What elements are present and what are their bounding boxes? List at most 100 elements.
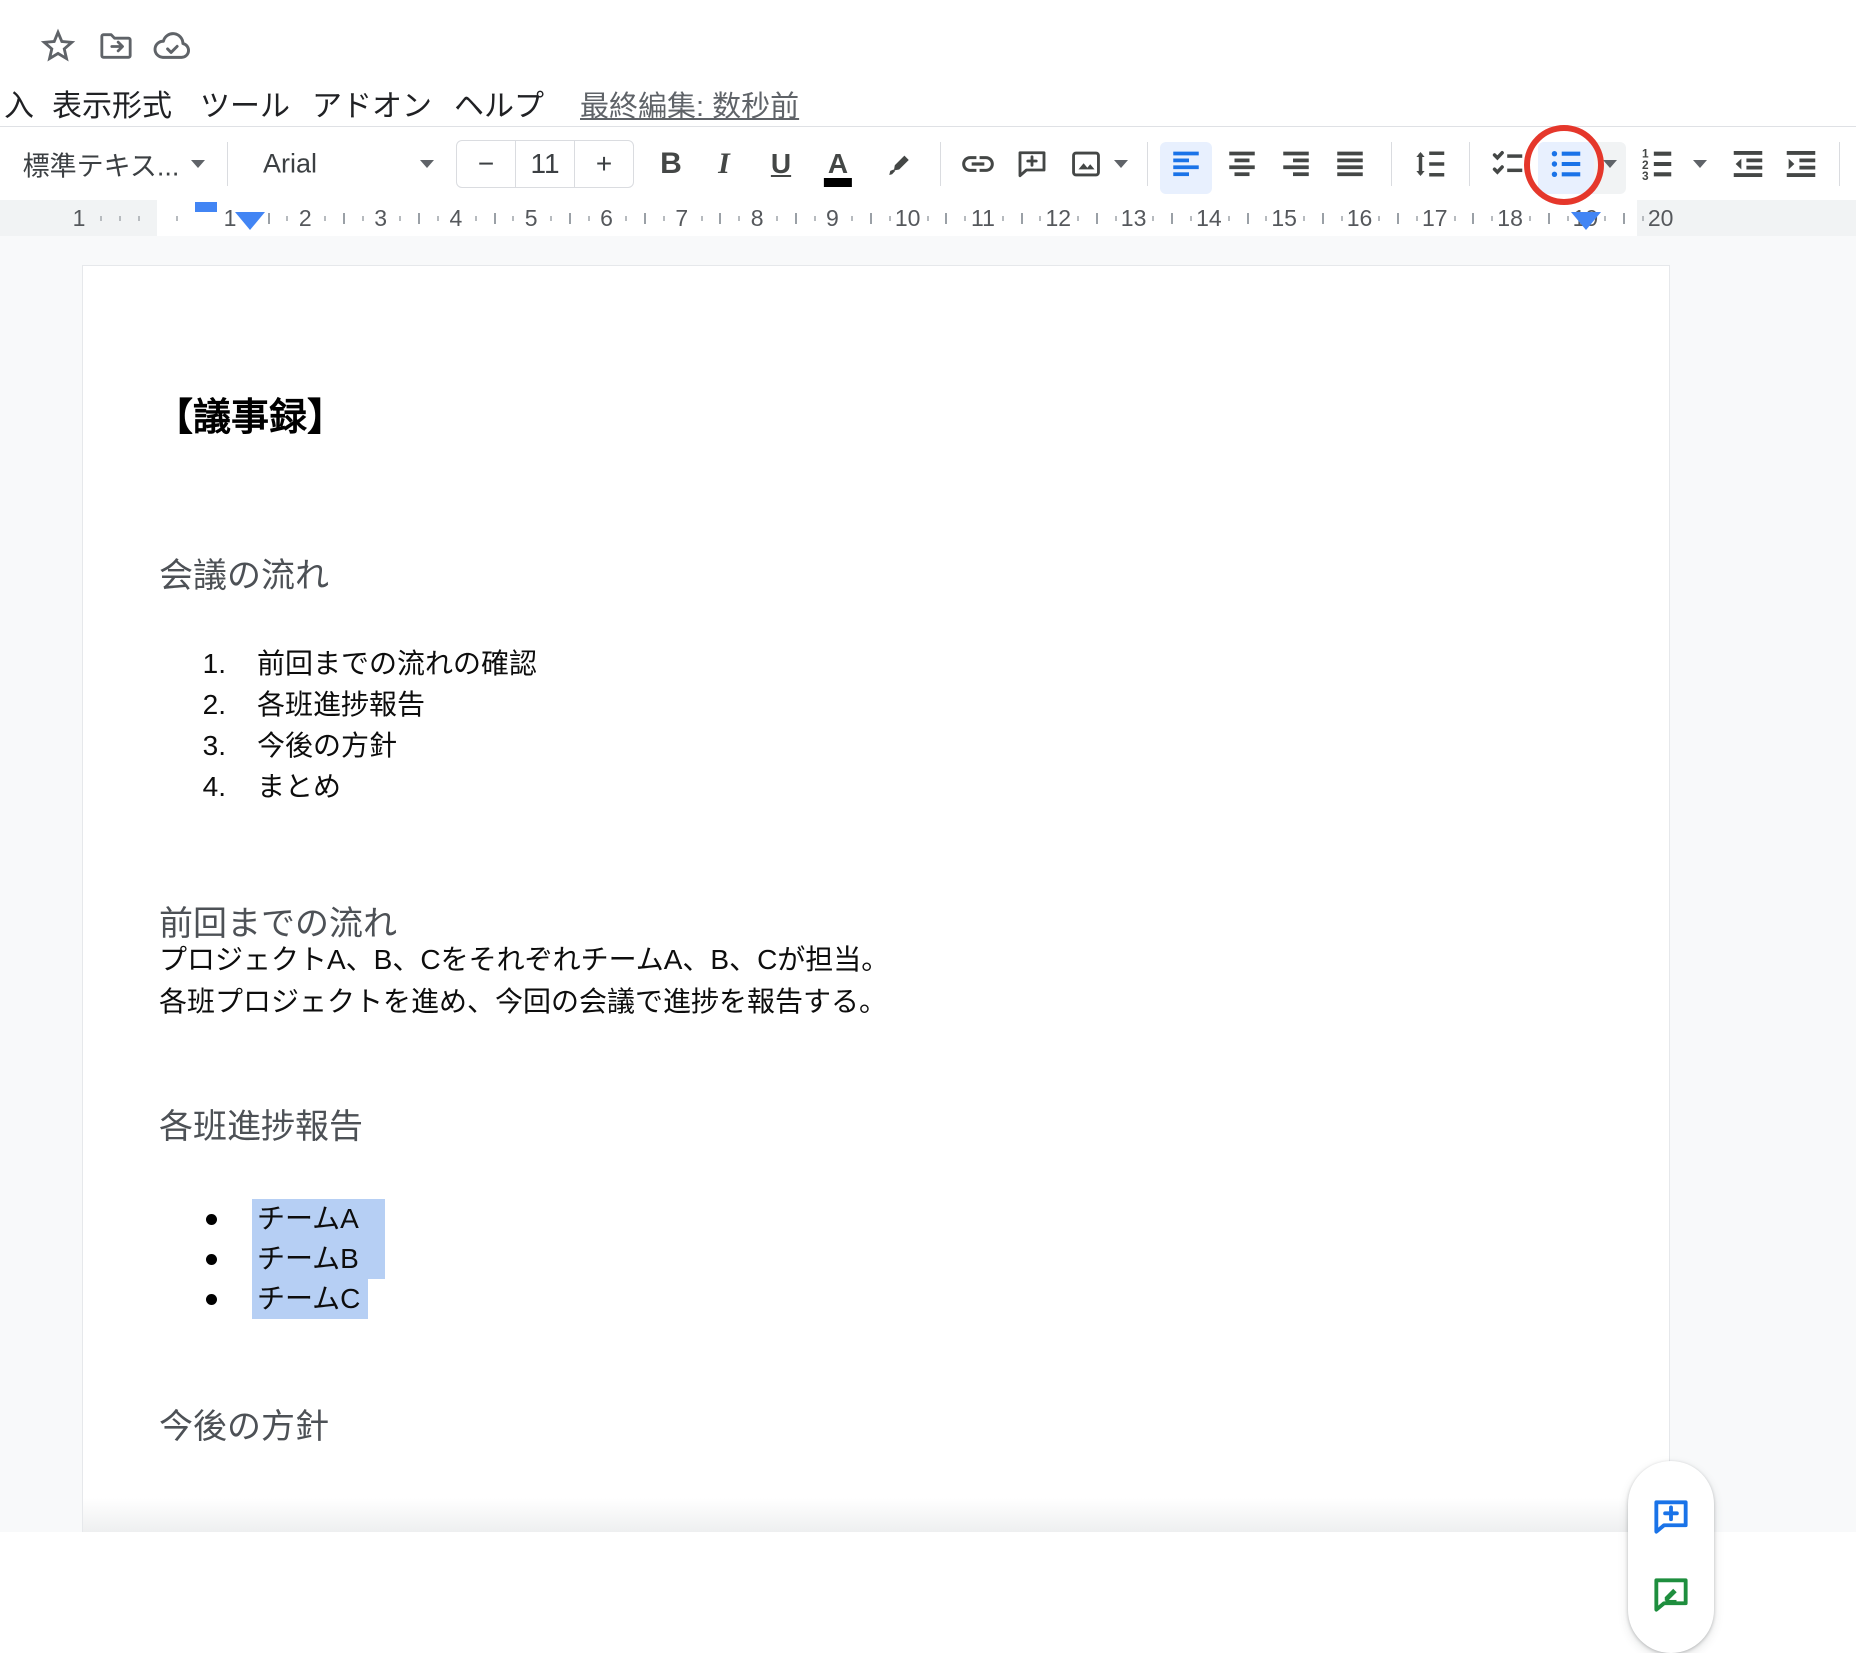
ruler-number: 2	[299, 205, 312, 232]
align-right-button[interactable]	[1278, 146, 1314, 182]
align-center-button[interactable]	[1224, 146, 1260, 182]
heading-progress: 各班進捗報告	[159, 1099, 363, 1148]
list-marker: 1.	[178, 643, 226, 684]
left-indent-marker[interactable]	[235, 212, 265, 230]
decrease-indent-button[interactable]	[1729, 145, 1767, 183]
ruler-tick	[176, 216, 178, 221]
bullet-dot	[206, 1214, 217, 1225]
ruler-number: 18	[1497, 205, 1523, 232]
toolbar-separator	[1147, 142, 1148, 186]
font-size-control: − 11 +	[456, 140, 634, 188]
ruler-tick	[964, 216, 966, 221]
paragraph-line: 各班プロジェクトを進め、今回の会議で進捗を報告する。	[159, 981, 887, 1023]
ruler-tick	[1171, 213, 1173, 224]
bullet-dot	[206, 1294, 217, 1305]
ruler-tick	[1228, 216, 1230, 221]
menu-item-tools[interactable]: ツール	[200, 88, 290, 126]
decrease-font-size-button[interactable]: −	[457, 141, 515, 187]
numbered-list-button[interactable]: 123	[1638, 145, 1676, 183]
ruler-tick	[1567, 216, 1569, 221]
menu-item-format[interactable]: 表示形式	[52, 88, 172, 126]
ruler-tick	[1039, 216, 1041, 221]
list-text: チームC	[257, 1279, 360, 1319]
add-comment-button[interactable]	[1014, 146, 1050, 182]
checklist-button[interactable]	[1489, 145, 1527, 183]
toolbar-separator	[1469, 142, 1470, 186]
bulleted-list-dropdown-icon[interactable]	[1603, 160, 1617, 168]
ruler-tick	[138, 216, 140, 221]
paragraph-style-selector[interactable]: 標準テキス...	[23, 144, 180, 183]
text-color-button[interactable]: A	[828, 148, 848, 180]
toolbar-separator	[227, 142, 228, 186]
ruler-tick	[512, 216, 514, 221]
increase-font-size-button[interactable]: +	[575, 141, 633, 187]
menu-item-addons[interactable]: アドオン	[312, 88, 432, 126]
ruler-number: 8	[751, 205, 764, 232]
ruler-tick	[701, 216, 703, 221]
insert-image-dropdown-icon[interactable]	[1114, 160, 1128, 168]
ruler-number: 6	[600, 205, 613, 232]
toolbar-separator	[1839, 142, 1840, 186]
ruler-number: 17	[1422, 205, 1448, 232]
ruler-tick	[719, 213, 721, 224]
paragraph-style-dropdown-icon[interactable]	[191, 160, 205, 168]
suggest-edits-floating-button[interactable]	[1645, 1569, 1697, 1621]
menu-item-insert-clipped[interactable]: 入	[4, 88, 34, 126]
insert-image-button[interactable]	[1068, 146, 1104, 182]
ruler-tick	[550, 216, 552, 221]
insert-link-button[interactable]	[959, 145, 997, 183]
google-docs-window: 入 表示形式 ツール アドオン ヘルプ 最終編集: 数秒前 標準テキス... A…	[0, 0, 1856, 1532]
star-icon[interactable]	[36, 24, 80, 68]
heading-future: 今後の方針	[159, 1399, 329, 1448]
menu-bar: 入 表示形式 ツール アドオン ヘルプ 最終編集: 数秒前	[0, 88, 1856, 126]
line-spacing-button[interactable]	[1411, 145, 1449, 183]
ruler-tick	[475, 216, 477, 221]
italic-button[interactable]: I	[718, 147, 730, 181]
ruler-tick	[1529, 216, 1531, 221]
heading-agenda: 会議の流れ	[159, 548, 329, 597]
ruler-tick	[644, 213, 646, 224]
ruler-tick	[1472, 213, 1474, 224]
align-justify-button[interactable]	[1332, 146, 1368, 182]
underline-button[interactable]: U	[771, 148, 791, 180]
move-folder-icon[interactable]	[94, 24, 138, 68]
ruler-tick	[286, 216, 288, 221]
ruler-number: 20	[1648, 205, 1674, 232]
ruler-number: 10	[895, 205, 921, 232]
font-size-input[interactable]: 11	[515, 141, 575, 187]
list-text: 前回までの流れの確認	[257, 643, 537, 684]
first-line-indent-marker[interactable]	[195, 202, 217, 212]
highlight-color-button[interactable]	[881, 146, 917, 182]
list-item: チームA	[83, 1199, 1669, 1239]
list-text: チームB	[257, 1239, 359, 1279]
last-edit-link[interactable]: 最終編集: 数秒前	[580, 88, 799, 126]
bold-button[interactable]: B	[660, 147, 682, 181]
ruler-number: 4	[449, 205, 462, 232]
font-selector[interactable]: Arial	[263, 148, 317, 179]
ruler-tick	[1303, 216, 1305, 221]
ruler-tick	[1077, 216, 1079, 221]
document-page[interactable]: 【議事録】 会議の流れ 1. 前回までの流れの確認 2. 各班進捗報告 3. 今…	[82, 265, 1670, 1532]
cloud-saved-icon[interactable]	[150, 24, 194, 68]
ruler-tick	[1265, 216, 1267, 221]
list-item: 4. まとめ	[83, 766, 1669, 807]
align-left-button[interactable]	[1168, 146, 1204, 182]
bullet-dot	[206, 1254, 217, 1265]
add-comment-floating-button[interactable]	[1645, 1491, 1697, 1543]
ruler-tick	[851, 216, 853, 221]
increase-indent-button[interactable]	[1782, 145, 1820, 183]
ruler-number: 3	[374, 205, 387, 232]
toolbar-separator	[940, 142, 941, 186]
list-text: チームA	[257, 1199, 359, 1239]
ruler-tick	[1322, 213, 1324, 224]
ruler-tick	[625, 216, 627, 221]
numbered-list-dropdown-icon[interactable]	[1693, 160, 1707, 168]
menu-item-help[interactable]: ヘルプ	[454, 88, 544, 126]
ruler-number: 15	[1271, 205, 1297, 232]
font-dropdown-icon[interactable]	[420, 160, 434, 168]
ruler-tick	[1378, 216, 1380, 221]
ruler-tick	[1002, 216, 1004, 221]
right-indent-marker[interactable]	[1571, 212, 1601, 230]
doc-title: 【議事録】	[155, 386, 345, 441]
bulleted-list-button[interactable]	[1547, 145, 1585, 183]
